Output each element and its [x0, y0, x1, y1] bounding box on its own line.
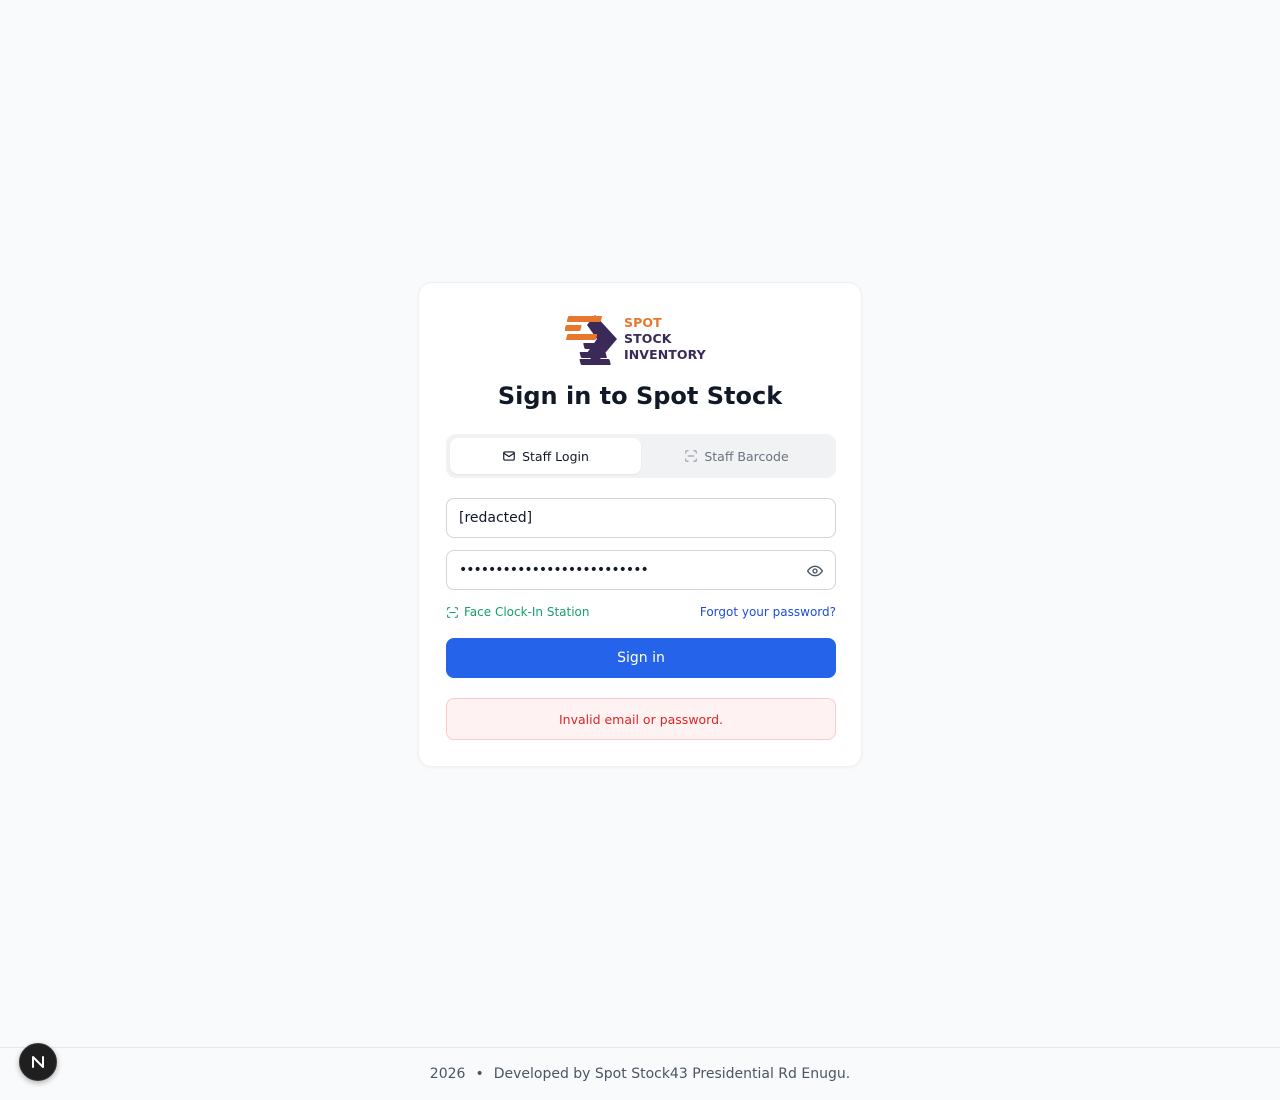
sign-in-button[interactable]: Sign in	[446, 638, 836, 678]
login-card: SPOT STOCK INVENTORY Sign in to Spot Sto…	[418, 282, 862, 767]
error-message: Invalid email or password.	[558, 711, 724, 727]
forgot-password-link[interactable]: Forgot your password?	[700, 605, 836, 619]
tab-staff-barcode[interactable]: Staff Barcode	[641, 438, 832, 474]
page-title: Sign in to Spot Stock	[497, 382, 783, 410]
form-links: Face Clock-In Station Forgot your passwo…	[446, 605, 836, 623]
spot-stock-logo-icon	[565, 315, 617, 365]
email-input[interactable]	[459, 499, 809, 537]
scan-icon	[685, 450, 698, 462]
face-clockin-label: Face Clock-In Station	[464, 605, 590, 619]
password-field	[446, 550, 836, 590]
tab-staff-login[interactable]: Staff Login	[450, 438, 641, 474]
brand-wordmark: SPOT STOCK INVENTORY	[624, 315, 706, 363]
n-logo-icon	[32, 1056, 44, 1068]
tab-staff-barcode-label: Staff Barcode	[704, 448, 789, 464]
footer-text: Developed by Spot Stock43 Presidential R…	[493, 1066, 851, 1082]
brand-logo: SPOT STOCK INVENTORY	[565, 313, 706, 367]
footer-year: 2026	[429, 1066, 466, 1082]
dev-tools-badge[interactable]	[19, 1043, 57, 1081]
tab-staff-login-label: Staff Login	[522, 448, 589, 464]
password-input[interactable]	[459, 551, 809, 589]
error-alert: Invalid email or password.	[446, 698, 836, 740]
brand-line-spot: SPOT	[624, 315, 662, 330]
mail-icon	[503, 451, 515, 461]
email-field	[446, 498, 836, 538]
eye-icon[interactable]	[807, 563, 823, 579]
face-scan-icon	[447, 606, 458, 618]
footer: 2026 • Developed by Spot Stock43 Preside…	[0, 1047, 1280, 1100]
brand-line-stock: STOCK	[624, 331, 672, 346]
footer-separator: •	[475, 1066, 484, 1082]
brand-line-inventory: INVENTORY	[624, 347, 706, 362]
login-page: SPOT STOCK INVENTORY Sign in to Spot Sto…	[0, 0, 1280, 1100]
login-mode-tabs: Staff Login Staff Barcode	[446, 434, 836, 478]
face-clockin-link[interactable]: Face Clock-In Station	[446, 605, 590, 619]
